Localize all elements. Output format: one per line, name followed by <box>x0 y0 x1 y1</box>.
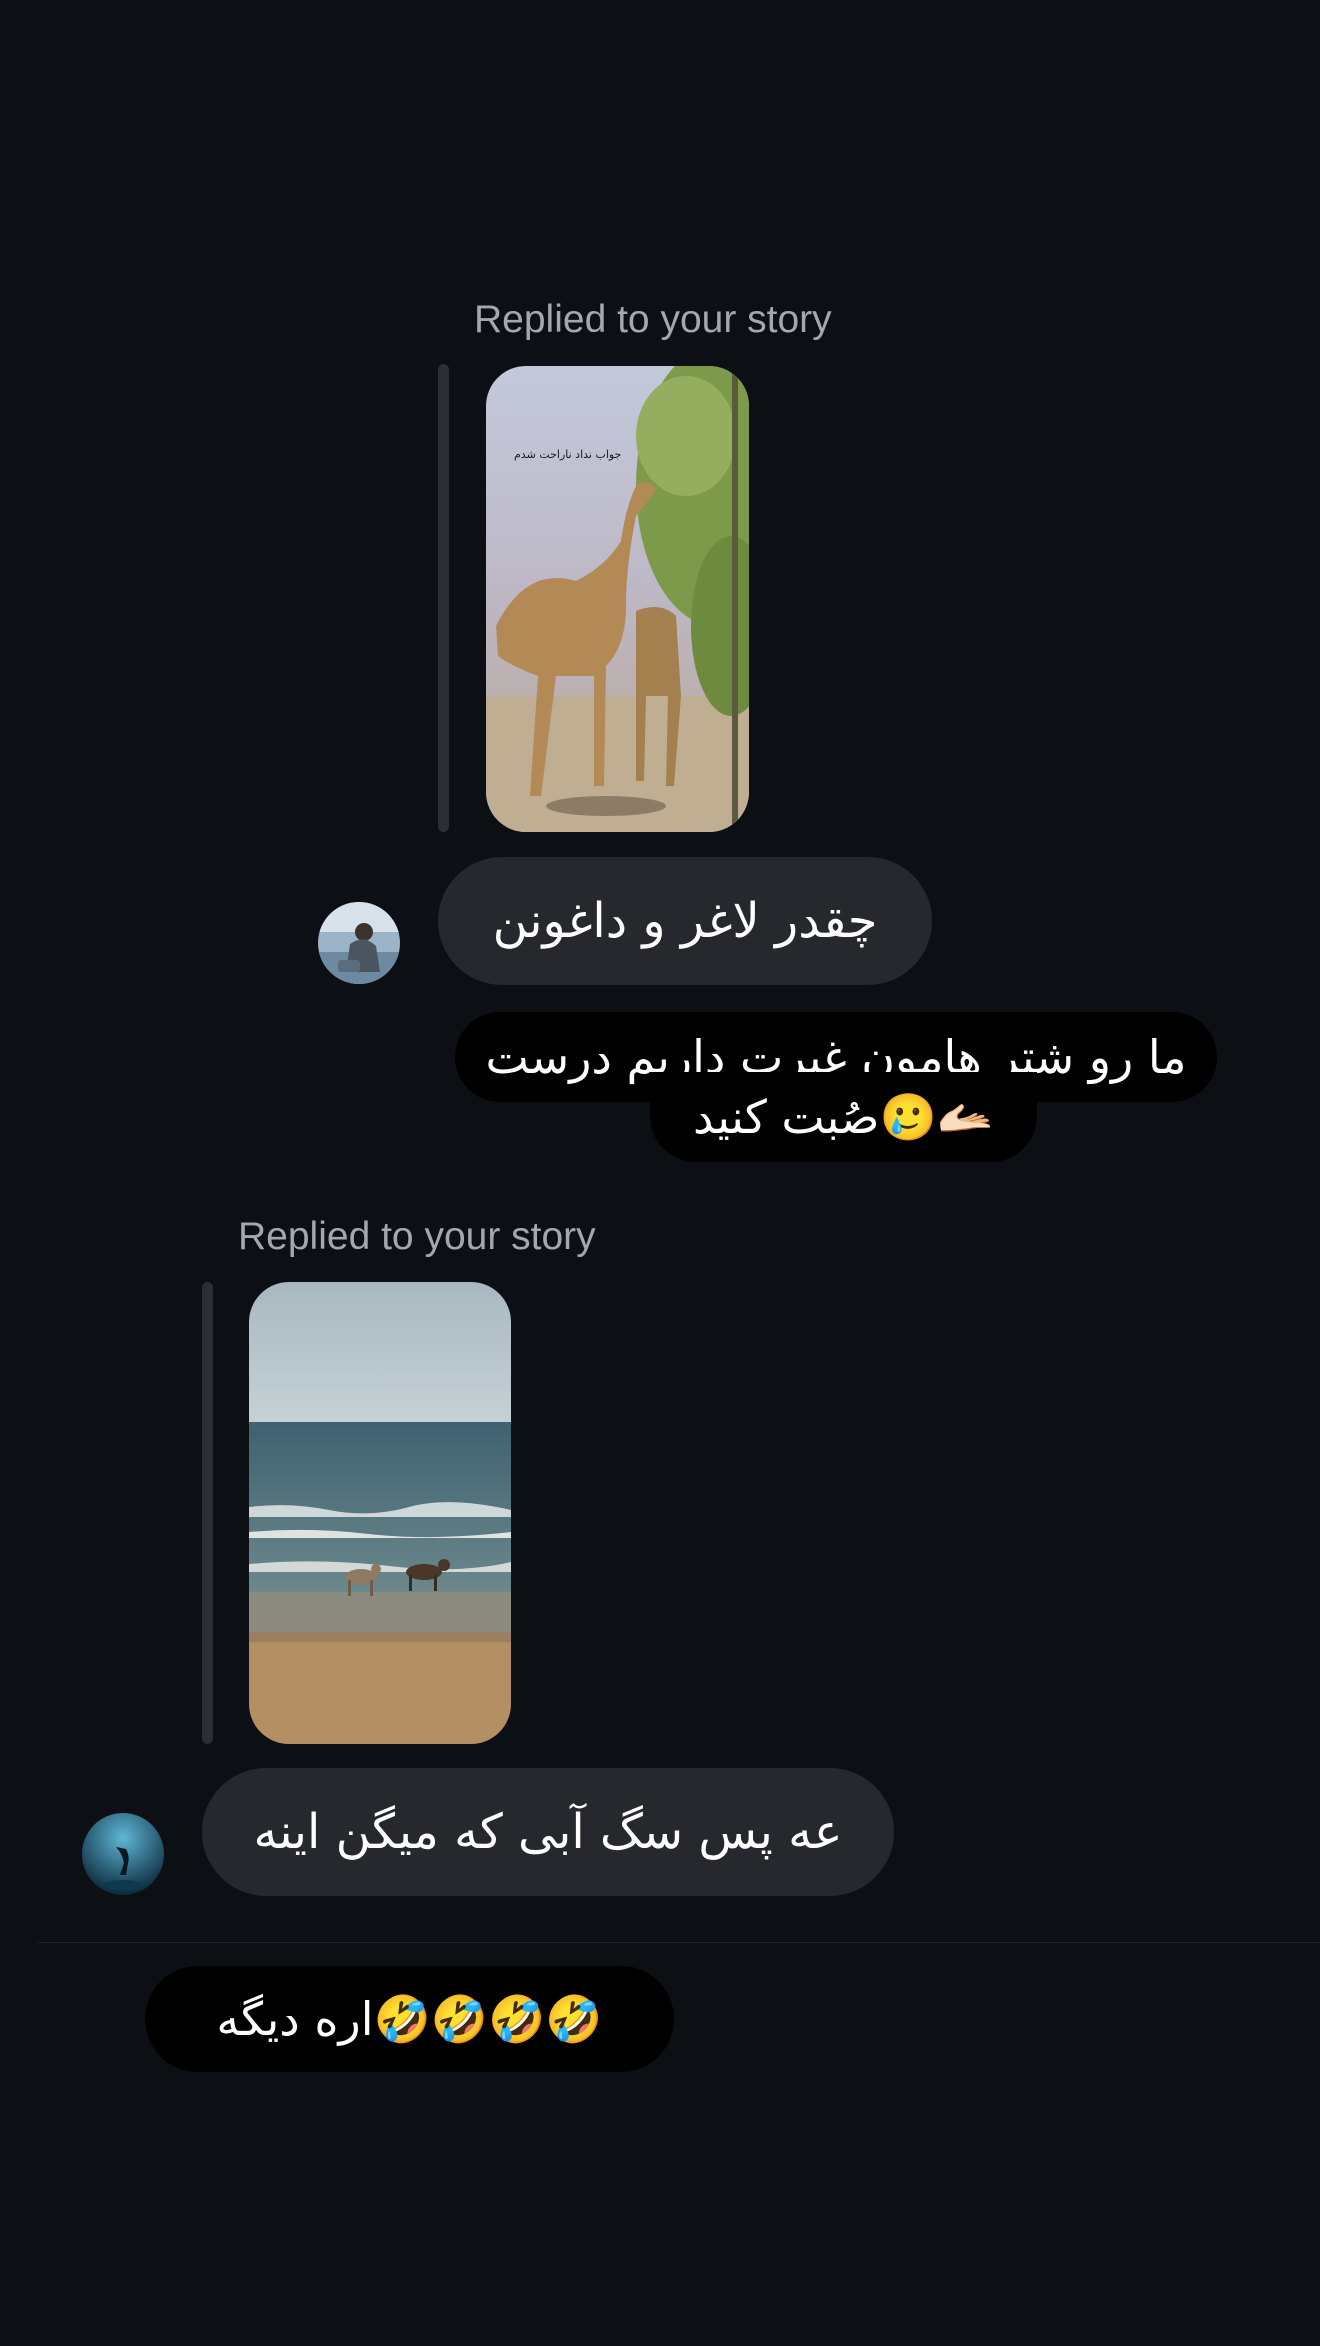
story-thumbnail-beach-dogs[interactable] <box>249 1282 511 1744</box>
incoming-message[interactable]: عه پس سگ آبی که میگن اینه <box>202 1768 894 1896</box>
outgoing-message-continuation[interactable]: صُبت کنید🥲🫴🏻 <box>650 1072 1037 1162</box>
avatar[interactable] <box>82 1813 164 1895</box>
message-text-line-2: صُبت کنید🥲🫴🏻 <box>692 1089 995 1144</box>
divider <box>38 1942 1320 1943</box>
outgoing-message[interactable]: اره دیگه🤣🤣🤣🤣 <box>145 1966 674 2072</box>
replied-to-story-label: Replied to your story <box>474 298 832 341</box>
story-thumbnail-camels[interactable]: جواب نداد ناراحت شدم <box>486 366 749 832</box>
message-text: عه پس سگ آبی که میگن اینه <box>253 1804 843 1860</box>
story-caption: جواب نداد ناراحت شدم <box>514 448 622 461</box>
reply-quote-bar <box>202 1282 213 1744</box>
message-text: اره دیگه🤣🤣🤣🤣 <box>216 1991 603 2046</box>
avatar[interactable] <box>318 902 400 984</box>
message-text: چقدر لاغر و داغونن <box>492 893 878 949</box>
replied-to-story-label: Replied to your story <box>238 1215 596 1258</box>
reply-quote-bar <box>438 364 449 832</box>
incoming-message[interactable]: چقدر لاغر و داغونن <box>438 857 932 985</box>
